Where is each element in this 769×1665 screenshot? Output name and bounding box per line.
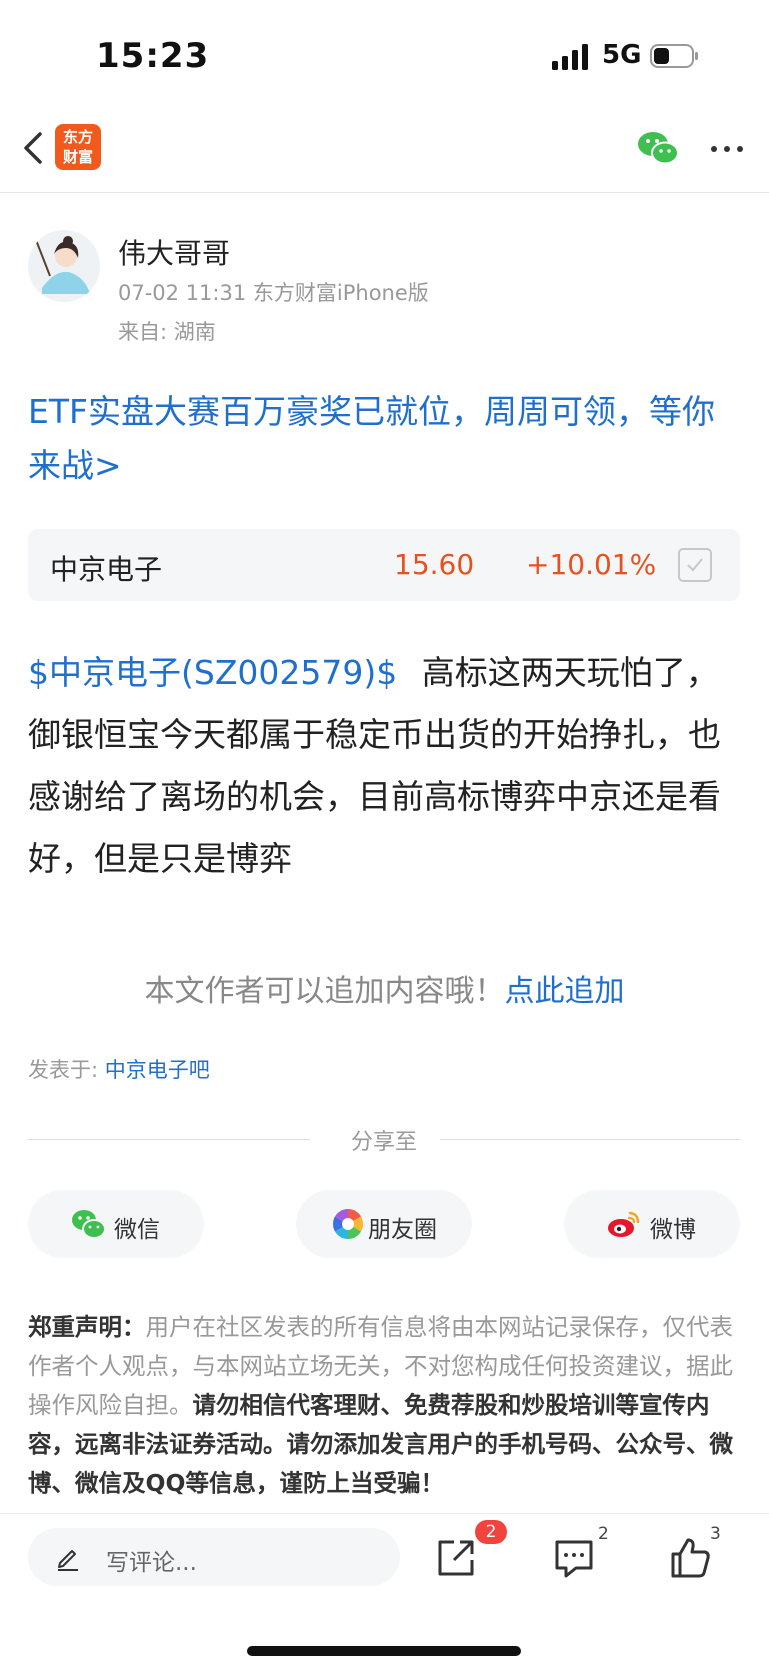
check-icon <box>687 558 703 572</box>
append-prompt: 本文作者可以追加内容哦！点此追加 <box>0 966 769 1010</box>
divider-line-right <box>440 1139 740 1140</box>
stock-name: 中京电子 <box>50 553 163 586</box>
post-meta: 07-02 11:31 东方财富iPhone版 <box>118 281 429 305</box>
network-label: 5G <box>602 40 642 70</box>
back-arrow-icon[interactable] <box>14 124 54 172</box>
disclaimer-heading: 郑重声明： <box>28 1313 146 1341</box>
more-options-icon[interactable] <box>708 134 748 164</box>
pencil-icon <box>58 1550 78 1571</box>
app-logo: 东方 财富 <box>55 124 101 170</box>
logo-line-2: 财富 <box>62 148 93 166</box>
wechat-share-icon[interactable] <box>636 128 680 168</box>
add-watchlist-checkbox[interactable] <box>678 548 712 582</box>
append-prefix: 本文作者可以追加内容哦！ <box>144 974 505 1009</box>
share-weibo-button[interactable]: 微博 <box>564 1190 740 1258</box>
share-icon[interactable] <box>434 1536 478 1580</box>
share-wechat-button[interactable]: 微信 <box>28 1190 204 1258</box>
comment-icon[interactable] <box>552 1536 596 1580</box>
disclaimer: 郑重声明：用户在社区发表的所有信息将由本网站记录保存，仅代表作者个人观点，与本网… <box>28 1308 744 1513</box>
share-label: 分享至 <box>350 1130 417 1155</box>
weibo-icon <box>608 1211 640 1237</box>
author-name[interactable]: 伟大哥哥 <box>118 232 230 272</box>
battery-icon <box>650 44 698 68</box>
like-count: 3 <box>710 1524 721 1544</box>
avatar-illustration <box>28 230 100 302</box>
logo-line-1: 东方 <box>62 128 93 146</box>
status-time: 15:23 <box>96 36 210 76</box>
share-badge: 2 <box>475 1520 507 1544</box>
author-location: 来自: 湖南 <box>118 320 216 344</box>
signal-icon <box>552 44 588 70</box>
posted-in-label: 发表于: <box>28 1058 99 1082</box>
stock-card[interactable]: 中京电子 15.60 +10.01% <box>28 529 740 601</box>
post-body: $中京电子(SZ002579)$ 高标这两天玩怕了，御银恒宝今天都属于稳定币出货… <box>28 642 740 890</box>
stock-price: 15.60 <box>394 548 475 581</box>
posted-in: 发表于: 中京电子吧 <box>28 1054 210 1084</box>
share-moments-button[interactable]: 朋友圈 <box>296 1190 472 1258</box>
comment-count: 2 <box>598 1524 609 1544</box>
stock-change: +10.01% <box>526 548 657 581</box>
wechat-icon <box>72 1210 106 1239</box>
nav-bar: 东方 财富 <box>0 110 769 193</box>
share-wechat-label: 微信 <box>114 1217 160 1243</box>
promo-link[interactable]: ETF实盘大赛百万豪奖已就位，周周可领，等你来战> <box>28 385 740 493</box>
stock-tag-link[interactable]: $中京电子(SZ002579)$ <box>28 653 397 692</box>
home-indicator <box>247 1646 521 1656</box>
share-weibo-label: 微博 <box>650 1217 696 1243</box>
share-moments-label: 朋友圈 <box>368 1217 437 1243</box>
status-bar: 15:23 5G <box>0 0 769 110</box>
append-link[interactable]: 点此追加 <box>505 974 625 1009</box>
bottom-bar: 写评论... 2 2 3 <box>0 1513 769 1665</box>
moments-icon <box>332 1209 364 1239</box>
like-icon[interactable] <box>668 1536 712 1580</box>
avatar[interactable] <box>28 230 100 302</box>
share-divider: 分享至 <box>28 1124 740 1155</box>
comment-placeholder: 写评论... <box>106 1550 197 1576</box>
forum-link[interactable]: 中京电子吧 <box>105 1058 210 1082</box>
comment-input[interactable]: 写评论... <box>28 1528 400 1586</box>
